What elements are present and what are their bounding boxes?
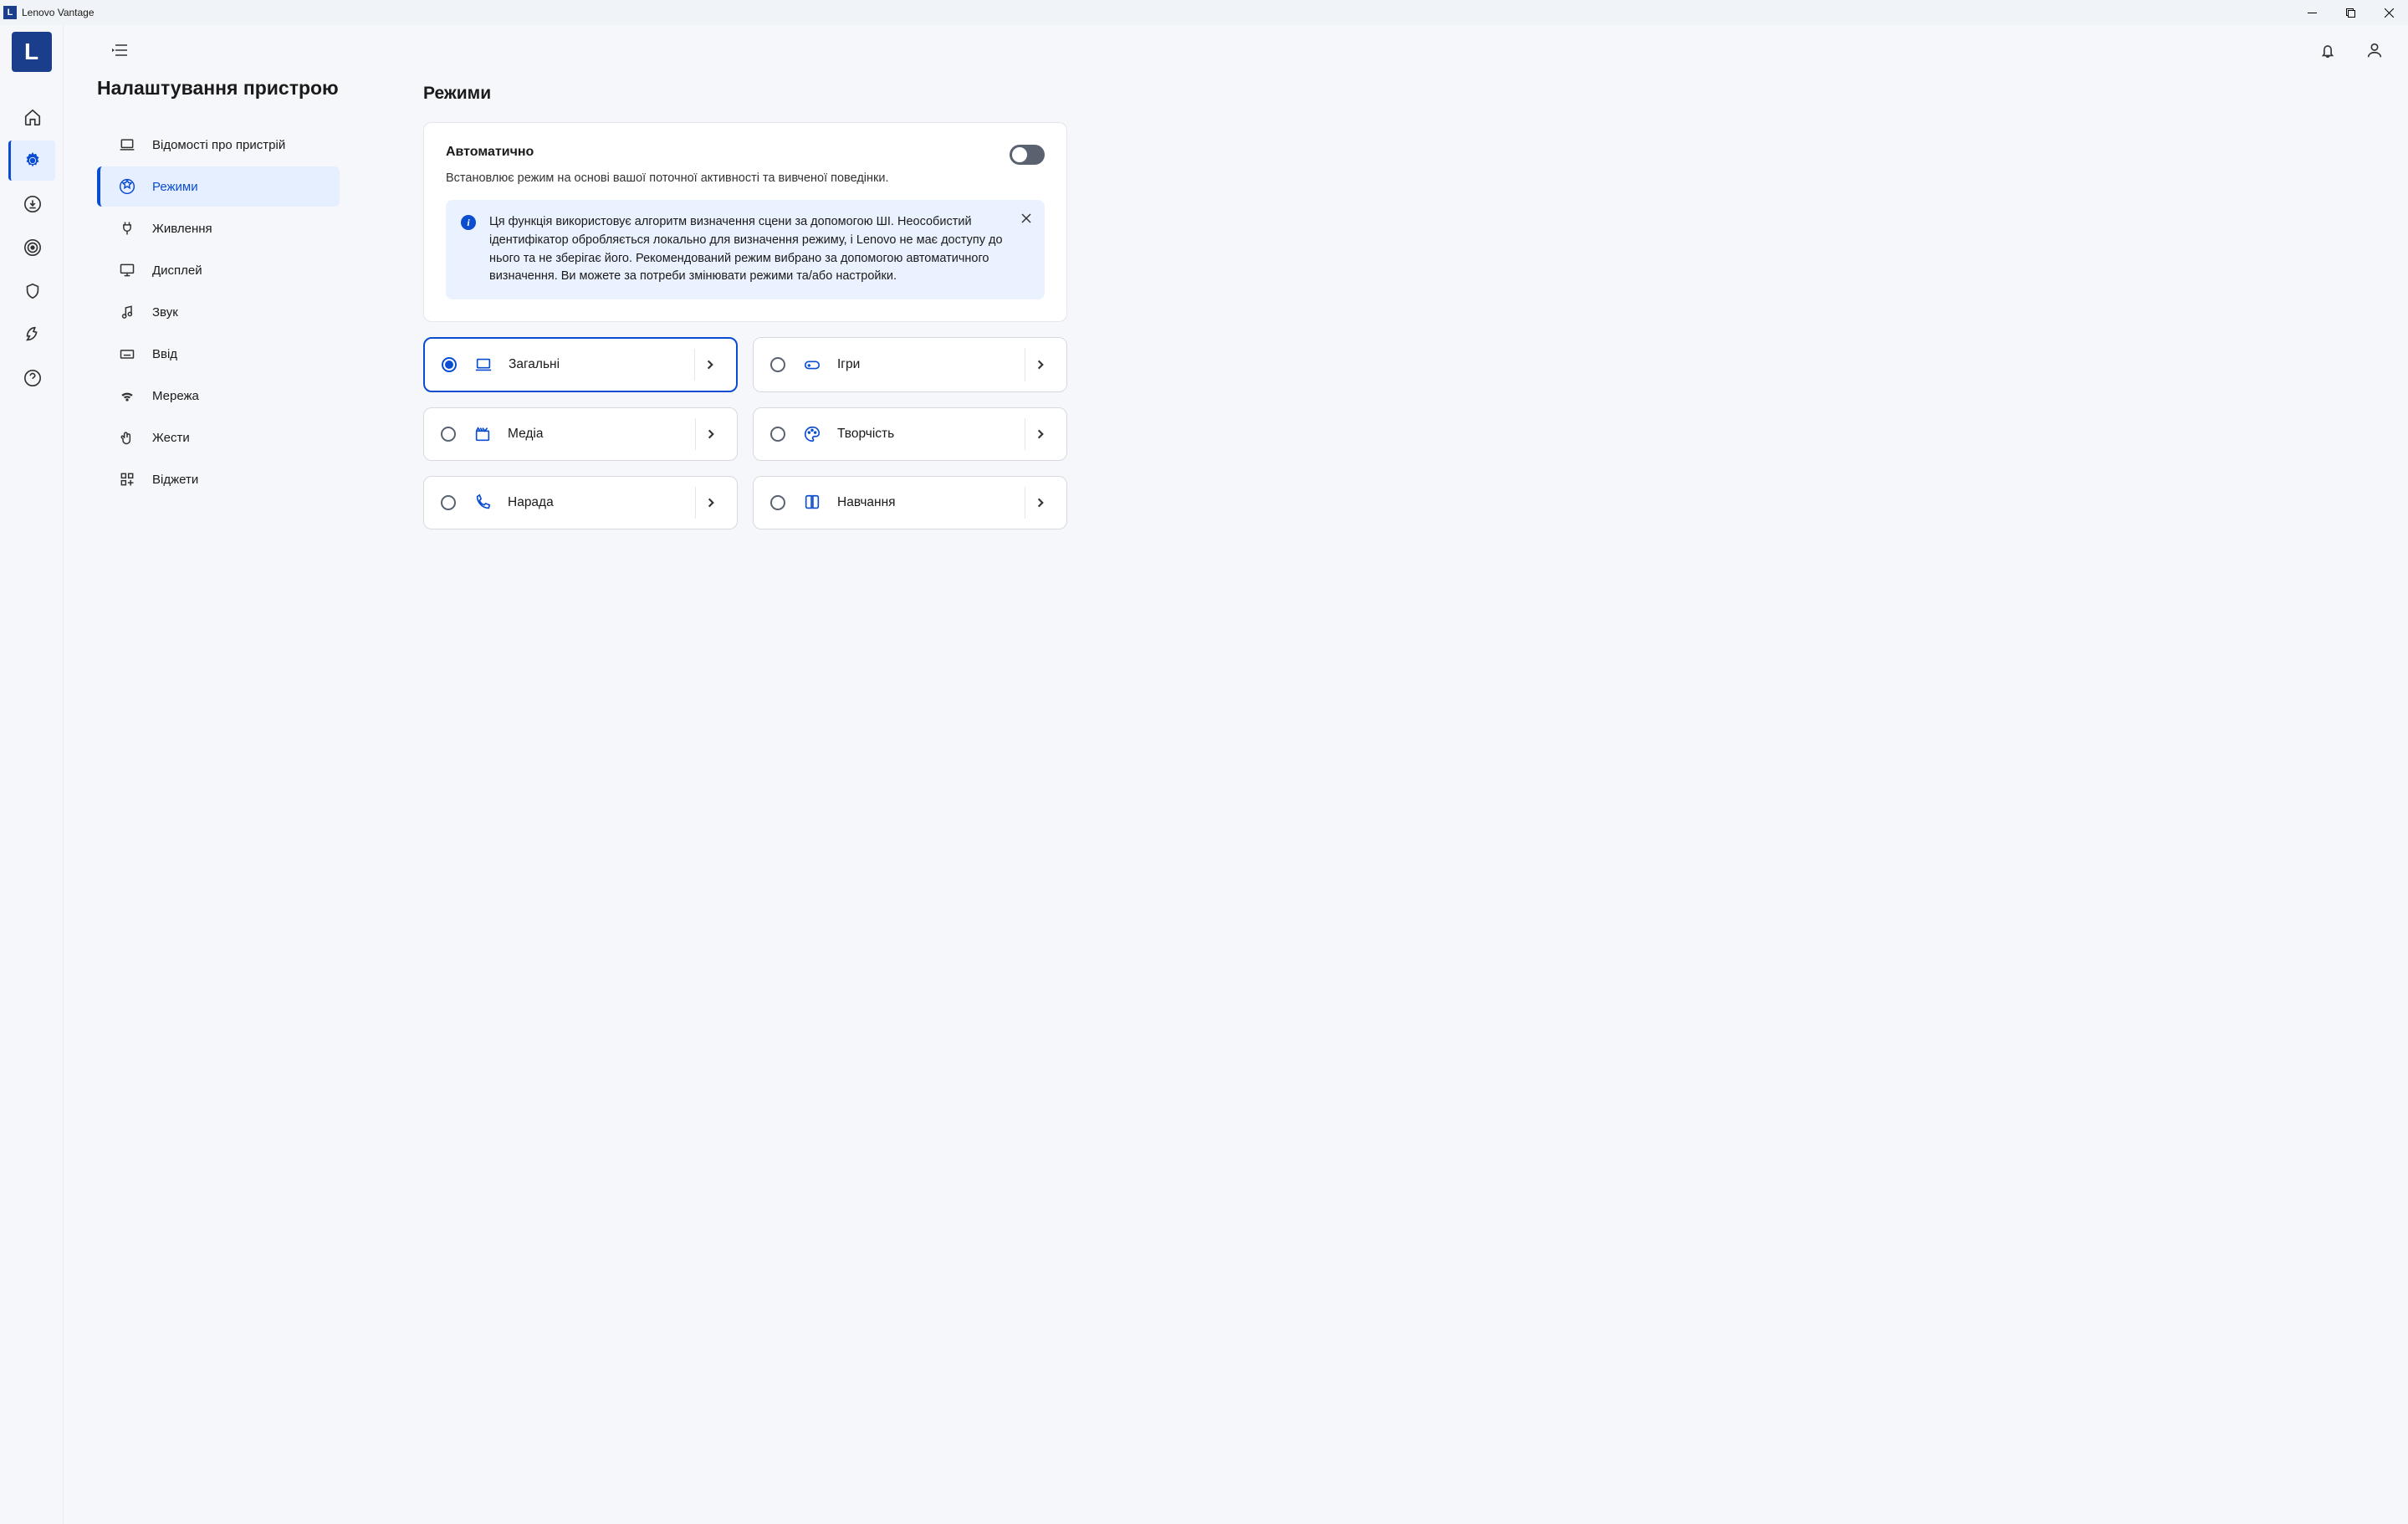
nav-downloads[interactable] <box>8 184 55 224</box>
section-title: Режими <box>423 84 1067 104</box>
mode-general[interactable]: Загальні <box>423 337 738 392</box>
titlebar: L Lenovo Vantage <box>0 0 2408 25</box>
palette-icon <box>802 425 822 443</box>
wifi-icon <box>115 387 139 404</box>
menu-toggle-button[interactable] <box>105 35 135 65</box>
subnav-item-label: Віджети <box>152 473 198 487</box>
mode-media[interactable]: Медіа <box>423 407 738 461</box>
page-title: Налаштування пристрою <box>97 75 340 101</box>
close-button[interactable] <box>2370 0 2408 25</box>
expand-button[interactable] <box>695 487 725 519</box>
subnav-widgets[interactable]: Віджети <box>97 459 340 499</box>
subnav-item-label: Звук <box>152 305 178 320</box>
subnav-modes[interactable]: Режими <box>97 166 340 207</box>
widgets-icon <box>115 471 139 488</box>
mode-label: Медіа <box>508 427 695 442</box>
mode-label: Навчання <box>837 495 1025 510</box>
laptop-icon <box>473 355 493 374</box>
nav-home[interactable] <box>8 97 55 137</box>
plug-icon <box>115 220 139 237</box>
mode-label: Творчість <box>837 427 1025 442</box>
window-title: Lenovo Vantage <box>22 7 95 18</box>
subnav-item-label: Режими <box>152 180 198 194</box>
hand-icon <box>115 429 139 446</box>
music-note-icon <box>115 304 139 320</box>
mode-meeting[interactable]: Нарада <box>423 476 738 529</box>
main-content: Режими Автоматично Встановлює режим на о… <box>340 75 1067 1524</box>
subnav-item-label: Дисплей <box>152 263 202 278</box>
app-logo[interactable]: L <box>12 32 52 72</box>
expand-button[interactable] <box>1025 487 1055 519</box>
nav-performance[interactable] <box>8 315 55 355</box>
expand-button[interactable] <box>1025 348 1055 381</box>
nav-rail: L <box>0 25 64 1524</box>
auto-mode-card: Автоматично Встановлює режим на основі в… <box>423 122 1067 322</box>
minimize-button[interactable] <box>2293 0 2331 25</box>
radio-icon <box>441 495 456 510</box>
subnav-item-label: Мережа <box>152 389 199 403</box>
expand-button[interactable] <box>694 349 724 381</box>
info-icon: i <box>461 215 476 230</box>
auto-description: Встановлює режим на основі вашої поточно… <box>446 171 1045 185</box>
info-close-button[interactable] <box>1018 210 1035 227</box>
subnav-gestures[interactable]: Жести <box>97 417 340 458</box>
phone-icon <box>473 494 493 512</box>
subnav-sound[interactable]: Звук <box>97 292 340 332</box>
auto-toggle[interactable] <box>1010 145 1045 165</box>
mode-grid: Загальні Ігри Медіа <box>423 337 1067 529</box>
mode-learning[interactable]: Навчання <box>753 476 1067 529</box>
keyboard-icon <box>115 345 139 362</box>
mode-label: Нарада <box>508 495 695 510</box>
nav-scan[interactable] <box>8 228 55 268</box>
subnav-device-info[interactable]: Відомості про пристрій <box>97 125 340 165</box>
mode-creativity[interactable]: Творчість <box>753 407 1067 461</box>
topbar <box>64 25 2408 75</box>
maximize-button[interactable] <box>2331 0 2370 25</box>
gamepad-icon <box>802 355 822 374</box>
expand-button[interactable] <box>695 418 725 450</box>
notifications-button[interactable] <box>2311 33 2344 67</box>
laptop-icon <box>115 136 139 153</box>
radio-icon <box>770 357 785 372</box>
subnav-item-label: Живлення <box>152 222 212 236</box>
mode-label: Ігри <box>837 357 1025 372</box>
account-button[interactable] <box>2358 33 2391 67</box>
subnav-network[interactable]: Мережа <box>97 376 340 416</box>
subnav: Налаштування пристрою Відомості про прис… <box>97 75 340 1524</box>
radio-icon <box>442 357 457 372</box>
expand-button[interactable] <box>1025 418 1055 450</box>
mode-icon <box>115 178 139 195</box>
nav-device-settings[interactable] <box>8 141 55 181</box>
book-icon <box>802 494 822 512</box>
info-text: Ця функція використовує алгоритм визначе… <box>489 213 1030 286</box>
clapperboard-icon <box>473 425 493 443</box>
subnav-input[interactable]: Ввід <box>97 334 340 374</box>
subnav-item-label: Жести <box>152 431 190 445</box>
mode-gaming[interactable]: Ігри <box>753 337 1067 392</box>
subnav-item-label: Ввід <box>152 347 177 361</box>
subnav-item-label: Відомості про пристрій <box>152 138 285 152</box>
info-banner: i Ця функція використовує алгоритм визна… <box>446 200 1045 299</box>
auto-title: Автоматично <box>446 145 534 160</box>
nav-security[interactable] <box>8 271 55 311</box>
app-icon: L <box>3 6 17 19</box>
radio-icon <box>441 427 456 442</box>
monitor-icon <box>115 262 139 279</box>
subnav-display[interactable]: Дисплей <box>97 250 340 290</box>
radio-icon <box>770 427 785 442</box>
mode-label: Загальні <box>509 357 694 372</box>
radio-icon <box>770 495 785 510</box>
subnav-power[interactable]: Живлення <box>97 208 340 248</box>
nav-help[interactable] <box>8 358 55 398</box>
